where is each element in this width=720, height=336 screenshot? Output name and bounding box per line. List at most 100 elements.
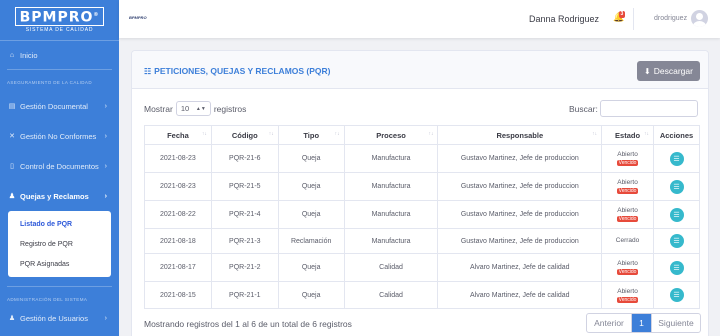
- actions-menu-icon[interactable]: ☰: [669, 207, 684, 222]
- cell-proceso: Manufactura: [343, 200, 439, 229]
- sidebar-item-label: Inicio: [20, 50, 38, 60]
- sidebar-item-gestion-usuarios[interactable]: ♟ Gestión de Usuarios ›: [0, 308, 119, 328]
- column-header-fecha[interactable]: Fecha ↑↓: [144, 125, 212, 145]
- topbar-username[interactable]: drodriguez: [654, 15, 687, 22]
- cell-proceso: Manufactura: [343, 144, 439, 173]
- table-icon: ☷: [144, 67, 152, 76]
- column-header-acciones: Acciones: [653, 125, 700, 145]
- cell-proceso: Calidad: [343, 253, 439, 282]
- cell-responsable: Gustavo Martinez, Jefe de produccion: [437, 172, 603, 201]
- pagination-page[interactable]: 1: [632, 314, 651, 332]
- users-icon: ♟: [8, 315, 16, 322]
- cell-acciones: ☰: [653, 253, 700, 282]
- sidebar-item-label: Control de Documentos: [20, 161, 99, 171]
- actions-menu-icon[interactable]: ☰: [669, 288, 684, 302]
- column-header-estado[interactable]: Estado ↑↓: [601, 125, 654, 145]
- status-text: Abierto: [617, 260, 638, 267]
- pagination: Anterior 1 Siguiente: [586, 313, 701, 333]
- folder-icon: ▤: [8, 103, 16, 110]
- card-header: ☷ PETICIONES, QUEJAS Y RECLAMOS (PQR) ⬇ D…: [132, 51, 708, 89]
- submenu-pqr: Listado de PQR Registro de PQR PQR Asign…: [8, 211, 111, 277]
- status-text: Cerrado: [615, 237, 640, 244]
- sidebar: BPMPRO® SISTEMA DE CALIDAD ⌂ Inicio ASEG…: [0, 0, 119, 336]
- sidebar-item-label: Quejas y Reclamos: [20, 191, 89, 201]
- table-row: 2021-08-22 PQR-21-4 Queja Manufactura Gu…: [144, 200, 700, 229]
- show-label: Mostrar: [144, 103, 173, 114]
- download-icon: ⬇: [644, 66, 651, 76]
- sidebar-item-label: Gestión de Usuarios: [20, 313, 88, 323]
- column-header-proceso[interactable]: Proceso ↑↓: [343, 125, 439, 145]
- status-text: Abierto: [617, 151, 638, 158]
- notification-badge: 3: [619, 11, 625, 18]
- topbar-divider: [633, 8, 634, 30]
- brand-logo[interactable]: BPMPRO® SISTEMA DE CALIDAD: [0, 0, 119, 41]
- cell-acciones: ☰: [653, 200, 700, 229]
- cell-tipo: Queja: [277, 144, 345, 173]
- search-label: Buscar:: [569, 103, 598, 114]
- sort-icon: ↑↓: [334, 131, 340, 137]
- chevron-right-icon: ›: [104, 102, 107, 110]
- search-input[interactable]: [599, 100, 698, 117]
- table-row: 2021-08-23 PQR-21-5 Queja Manufactura Gu…: [144, 172, 700, 201]
- status-badge: Vencido: [616, 188, 639, 194]
- avatar[interactable]: [691, 10, 708, 27]
- sidebar-item-no-conformes[interactable]: ✕ Gestión No Conformes ›: [0, 121, 119, 151]
- cell-tipo: Queja: [277, 172, 345, 201]
- sidebar-item-control-documentos[interactable]: ▯ Control de Documentos ›: [0, 151, 119, 181]
- sidebar-item-quejas-reclamos[interactable]: ♟ Quejas y Reclamos ›: [0, 181, 119, 211]
- download-button[interactable]: ⬇ Descargar: [637, 61, 700, 81]
- cell-responsable: Alvaro Martinez, Jefe de calidad: [437, 281, 603, 309]
- cross-icon: ✕: [9, 133, 15, 140]
- table-header-row: Fecha ↑↓ Código ↑↓ Tipo ↑↓ Proceso ↑↓ Respon…: [144, 125, 700, 145]
- sidebar-heading-quality: ASEGURAMIENTO DE LA CALIDAD: [7, 80, 92, 85]
- cell-fecha: 2021-08-17: [144, 253, 212, 282]
- actions-menu-icon[interactable]: ☰: [669, 234, 684, 248]
- download-button-label: Descargar: [653, 66, 693, 76]
- chevron-right-icon: ›: [104, 314, 107, 322]
- chevron-right-icon: ›: [104, 132, 107, 140]
- pagination-previous[interactable]: Anterior: [587, 314, 632, 332]
- cell-fecha: 2021-08-23: [144, 144, 212, 173]
- updown-icon: ▲▼: [195, 105, 206, 112]
- status-badge: Vencido: [616, 160, 639, 166]
- cell-estado: Abierto Vencido: [601, 200, 654, 229]
- status-badge: Vencido: [616, 296, 639, 303]
- table-row: 2021-08-15 PQR-21-1 Queja Calidad Alvaro…: [144, 281, 700, 309]
- submenu-item-listado-pqr[interactable]: Listado de PQR: [8, 214, 111, 234]
- cell-tipo: Queja: [277, 281, 345, 309]
- cell-codigo: PQR-21-6: [210, 144, 279, 173]
- topbar-logo: BPMPRO: [129, 15, 147, 20]
- cell-acciones: ☰: [653, 281, 700, 309]
- cell-codigo: PQR-21-3: [210, 228, 279, 254]
- cell-estado: Abierto Vencido: [601, 281, 654, 309]
- submenu-item-pqr-asignadas[interactable]: PQR Asignadas: [8, 254, 111, 274]
- cell-proceso: Manufactura: [343, 172, 439, 201]
- sidebar-item-gestion-documental[interactable]: ▤ Gestión Documental ›: [0, 91, 119, 121]
- topbar-user-name[interactable]: Danna Rodriguez: [529, 14, 599, 24]
- table-row: 2021-08-23 PQR-21-6 Queja Manufactura Gu…: [144, 144, 700, 173]
- pagination-next[interactable]: Siguiente: [651, 314, 700, 332]
- records-label: registros: [213, 103, 247, 114]
- cell-tipo: Queja: [277, 253, 345, 282]
- status-text: Abierto: [617, 207, 638, 214]
- pqr-table: Fecha ↑↓ Código ↑↓ Tipo ↑↓ Proceso ↑↓ Respon…: [144, 125, 700, 309]
- cell-estado: Abierto Vencido: [601, 144, 654, 173]
- sidebar-item-inicio[interactable]: ⌂ Inicio: [0, 41, 119, 69]
- actions-menu-icon[interactable]: ☰: [669, 179, 684, 194]
- submenu-item-registro-pqr[interactable]: Registro de PQR: [8, 234, 111, 254]
- column-header-responsable[interactable]: Responsable ↑↓: [437, 125, 603, 145]
- cell-estado: Abierto Vencido: [601, 172, 654, 201]
- sort-icon: ↑↓: [428, 131, 434, 137]
- actions-menu-icon[interactable]: ☰: [669, 260, 684, 275]
- actions-menu-icon[interactable]: ☰: [669, 151, 684, 166]
- cell-codigo: PQR-21-2: [210, 253, 279, 282]
- chevron-right-icon: ›: [104, 162, 107, 170]
- column-header-tipo[interactable]: Tipo ↑↓: [277, 125, 345, 145]
- cell-acciones: ☰: [653, 172, 700, 201]
- sidebar-item-label: Gestión Documental: [20, 101, 88, 111]
- brand-subtitle: SISTEMA DE CALIDAD: [25, 27, 94, 34]
- sort-icon: ↑↓: [268, 131, 274, 137]
- page-length-select[interactable]: 10 ▲▼: [175, 101, 211, 116]
- column-header-codigo[interactable]: Código ↑↓: [210, 125, 279, 145]
- table-row: 2021-08-18 PQR-21-3 Reclamación Manufact…: [144, 228, 700, 254]
